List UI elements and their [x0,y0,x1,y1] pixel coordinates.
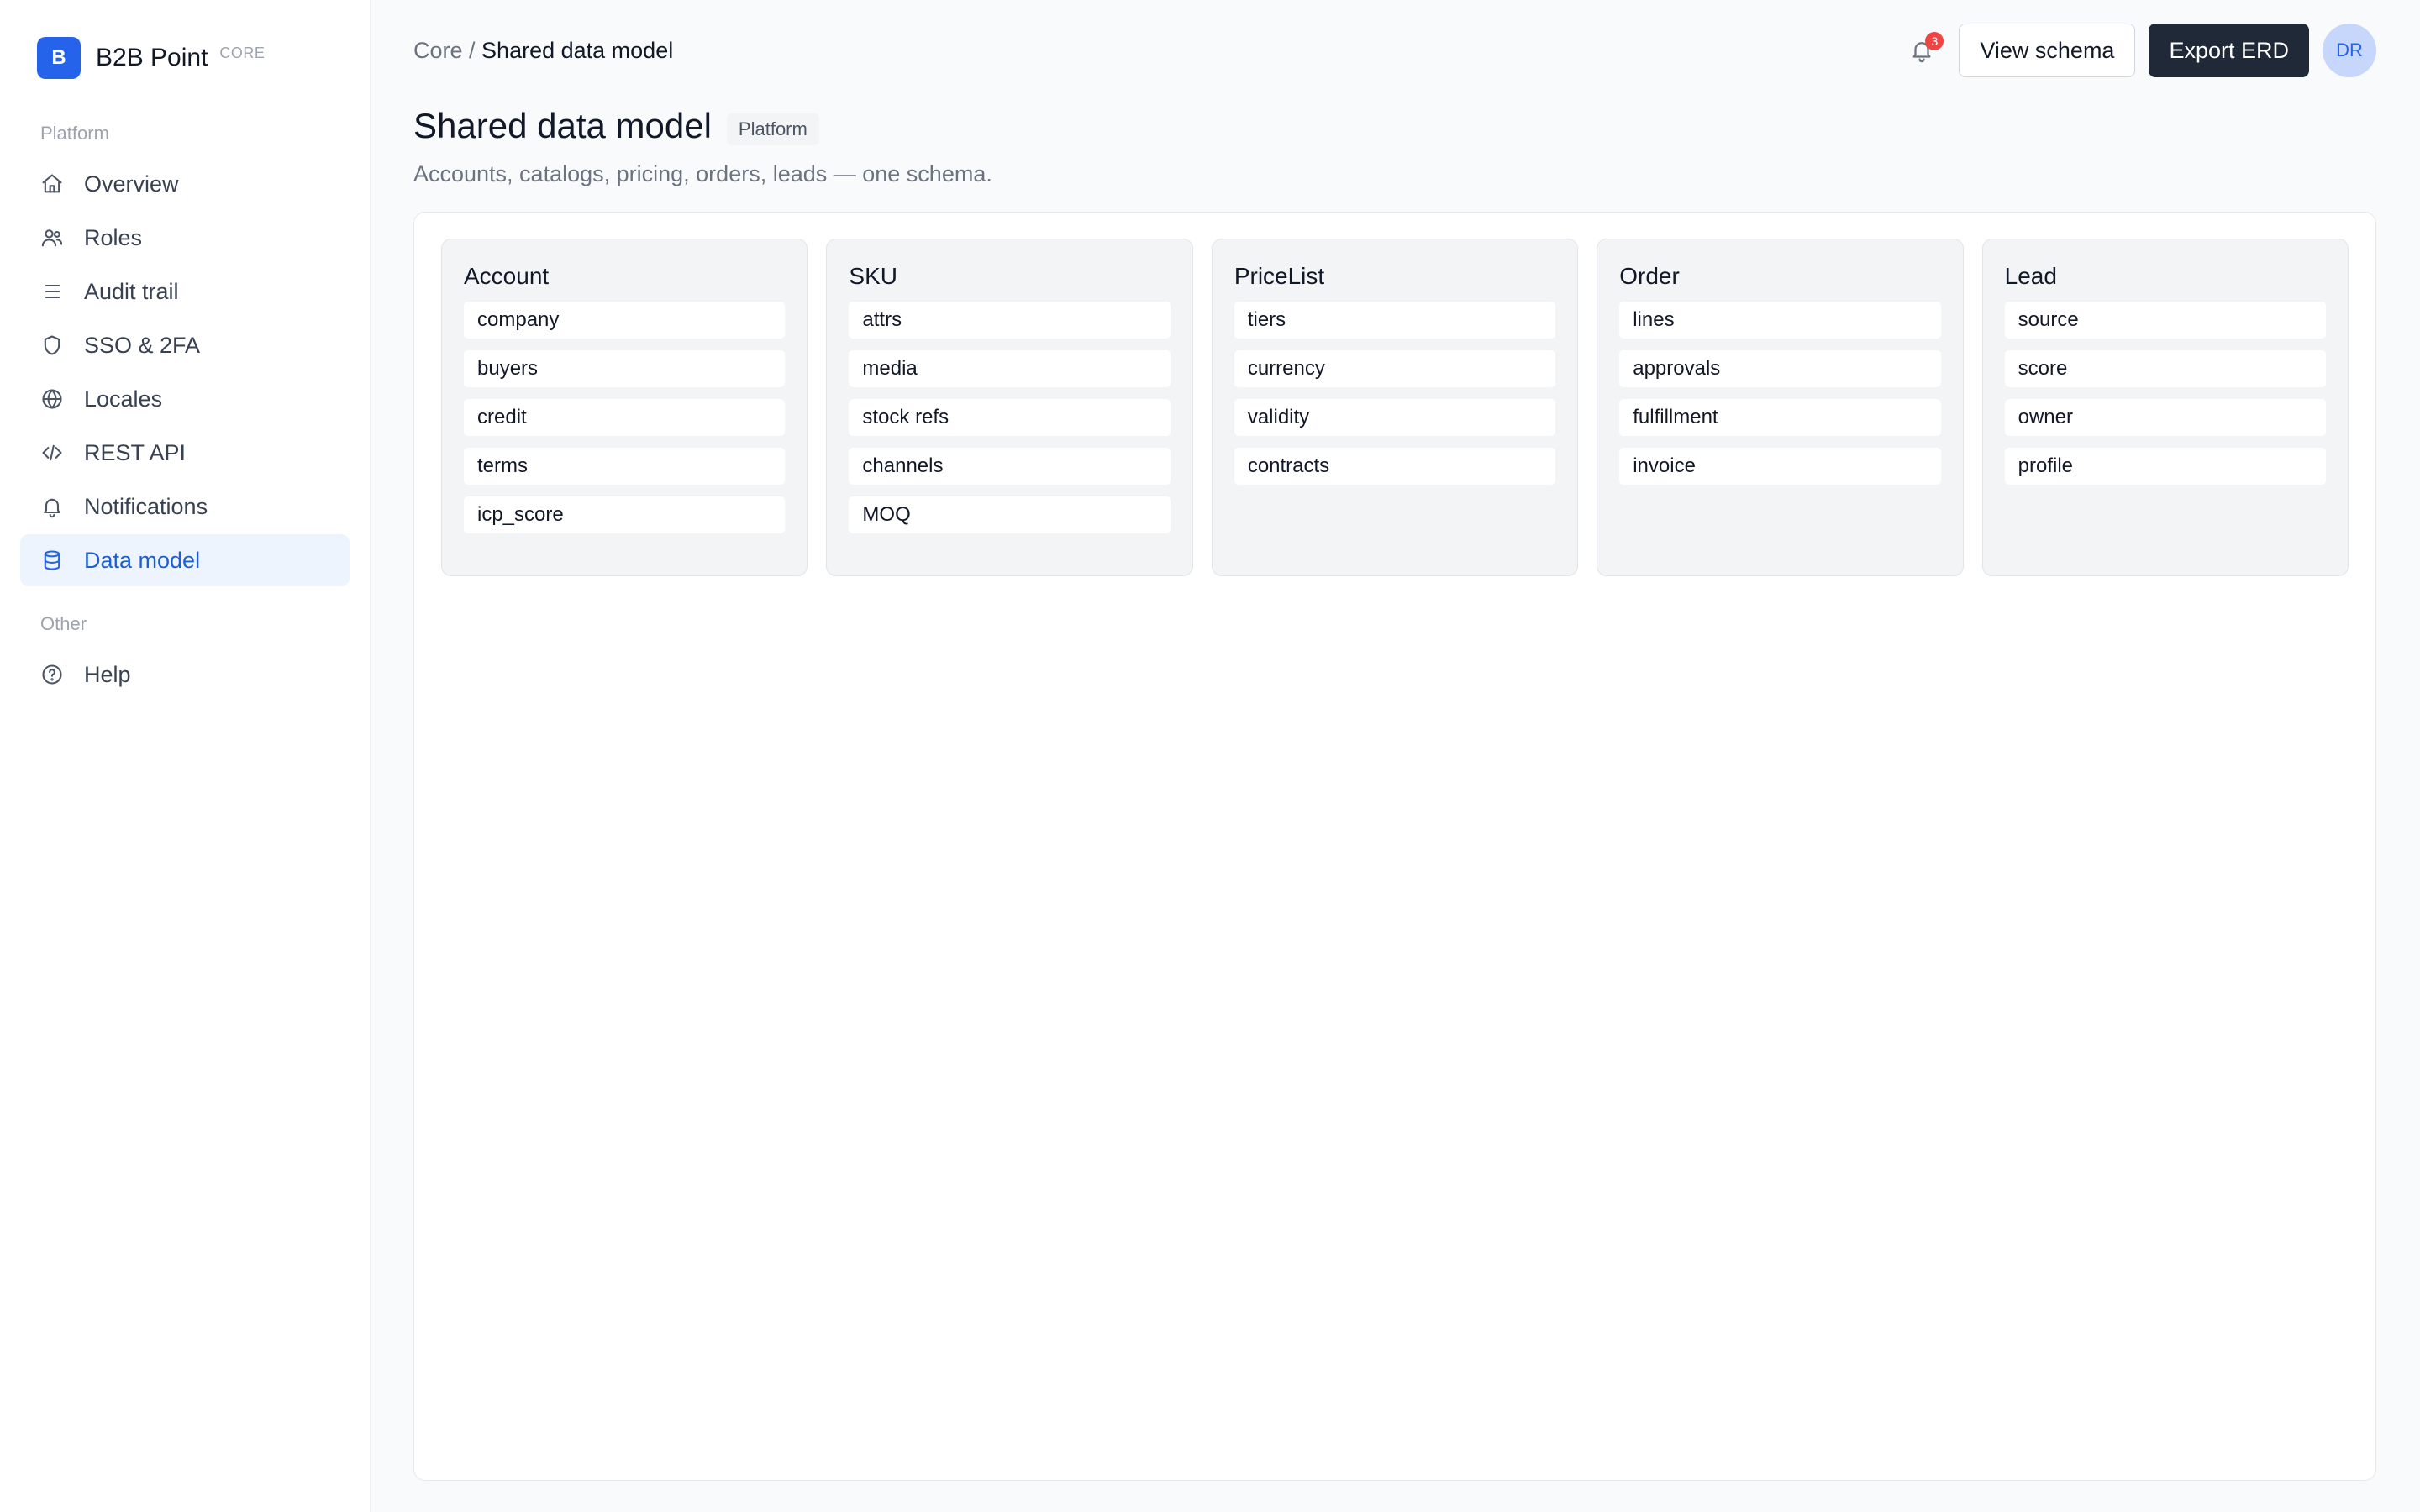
help-circle-icon [40,663,64,686]
entity-field[interactable]: source [2004,302,2327,339]
entity-field[interactable]: profile [2004,448,2327,485]
entity-card-order[interactable]: Order lines approvals fulfillment invoic… [1597,239,1964,576]
entity-name: Order [1619,263,1680,289]
page-subtitle: Accounts, catalogs, pricing, orders, lea… [413,161,992,186]
entity-name: SKU [849,263,897,289]
sidebar-item-sso-2fa[interactable]: SSO & 2FA [20,319,350,371]
brand-logo: B [37,37,81,79]
sidebar-item-notifications[interactable]: Notifications [20,480,350,533]
view-schema-button[interactable]: View schema [1959,24,2136,77]
sidebar-item-overview[interactable]: Overview [20,158,350,210]
users-icon [40,226,64,249]
title-row: Shared data model Platform [413,106,2376,146]
entity-card-lead[interactable]: Lead source score owner profile [1981,239,2349,576]
entity-field[interactable]: validity [1234,399,1556,436]
entity-field[interactable]: terms [464,448,786,485]
sidebar-item-label: Help [84,661,131,687]
entity-card-account[interactable]: Account company buyers credit terms icp_… [441,239,808,576]
entity-field[interactable]: score [2004,350,2327,387]
entity-field[interactable]: approvals [1619,350,1941,387]
home-icon [40,172,64,196]
entity-field[interactable]: company [464,302,786,339]
entity-field[interactable]: contracts [1234,448,1556,485]
sidebar-section-platform: Platform [40,123,109,144]
brand-name: B2B Point [96,44,208,71]
entity-field[interactable]: lines [1619,302,1941,339]
sidebar-item-label: Data model [84,547,201,573]
entity-list: Account company buyers credit terms icp_… [441,239,2349,576]
entity-field[interactable]: tiers [1234,302,1556,339]
breadcrumb-current: Shared data model [481,37,674,63]
shield-icon [40,333,64,357]
export-erd-button[interactable]: Export ERD [2149,24,2309,77]
erd-canvas: Account company buyers credit terms icp_… [413,212,2376,1481]
top-bar: Core / Shared data model 3 View schema E… [413,0,2376,101]
notification-count-badge: 3 [1925,32,1944,50]
entity-field[interactable]: invoice [1619,448,1941,485]
entity-card-pricelist[interactable]: PriceList tiers currency validity contra… [1211,239,1579,576]
breadcrumb-parent[interactable]: Core [413,38,463,63]
page-badge: Platform [726,113,819,145]
notifications-button[interactable]: 3 [1905,32,1944,67]
sidebar-item-label: Roles [84,224,143,250]
sidebar-item-label: SSO & 2FA [84,332,201,358]
entity-card-sku[interactable]: SKU attrs media stock refs channels MOQ [826,239,1193,576]
sidebar-item-rest-api[interactable]: REST API [20,427,350,479]
sidebar-item-label: Notifications [84,493,208,519]
entity-field[interactable]: owner [2004,399,2327,436]
entity-field[interactable]: attrs [849,302,1171,339]
sidebar-section-other: Other [40,613,87,634]
entity-field[interactable]: fulfillment [1619,399,1941,436]
entity-field[interactable]: media [849,350,1171,387]
database-icon [40,549,64,572]
breadcrumb: Core / Shared data model [413,38,673,64]
entity-name: PriceList [1234,263,1325,289]
entity-field[interactable]: MOQ [849,496,1171,533]
breadcrumb-separator: / [462,37,482,63]
page-title: Shared data model [413,106,712,145]
sidebar-item-label: Audit trail [84,278,179,304]
sidebar-item-roles[interactable]: Roles [20,212,350,264]
sidebar-item-help[interactable]: Help [20,648,350,701]
sidebar-item-label: Locales [84,386,163,412]
sidebar: B B2B Point CORE Platform Overview Roles… [0,0,371,1512]
avatar[interactable]: DR [2323,24,2376,77]
top-actions: 3 View schema Export ERD DR [1905,24,2376,77]
entity-field[interactable]: stock refs [849,399,1171,436]
sidebar-item-label: REST API [84,439,187,465]
sidebar-item-label: Overview [84,171,179,197]
entity-field[interactable]: buyers [464,350,786,387]
entity-name: Account [464,263,550,289]
entity-field[interactable]: icp_score [464,496,786,533]
main-content: Core / Shared data model 3 View schema E… [371,0,2420,1512]
entity-name: Lead [2004,263,2057,289]
brand[interactable]: B B2B Point CORE [20,37,350,79]
sidebar-item-data-model[interactable]: Data model [20,534,350,586]
entity-field[interactable]: currency [1234,350,1556,387]
brand-tag: CORE [219,44,266,61]
bell-icon [40,495,64,518]
entity-field[interactable]: channels [849,448,1171,485]
list-icon [40,280,64,303]
globe-icon [40,387,64,411]
code-icon [40,441,64,465]
entity-field[interactable]: credit [464,399,786,436]
sidebar-item-locales[interactable]: Locales [20,373,350,425]
sidebar-item-audit-trail[interactable]: Audit trail [20,265,350,318]
